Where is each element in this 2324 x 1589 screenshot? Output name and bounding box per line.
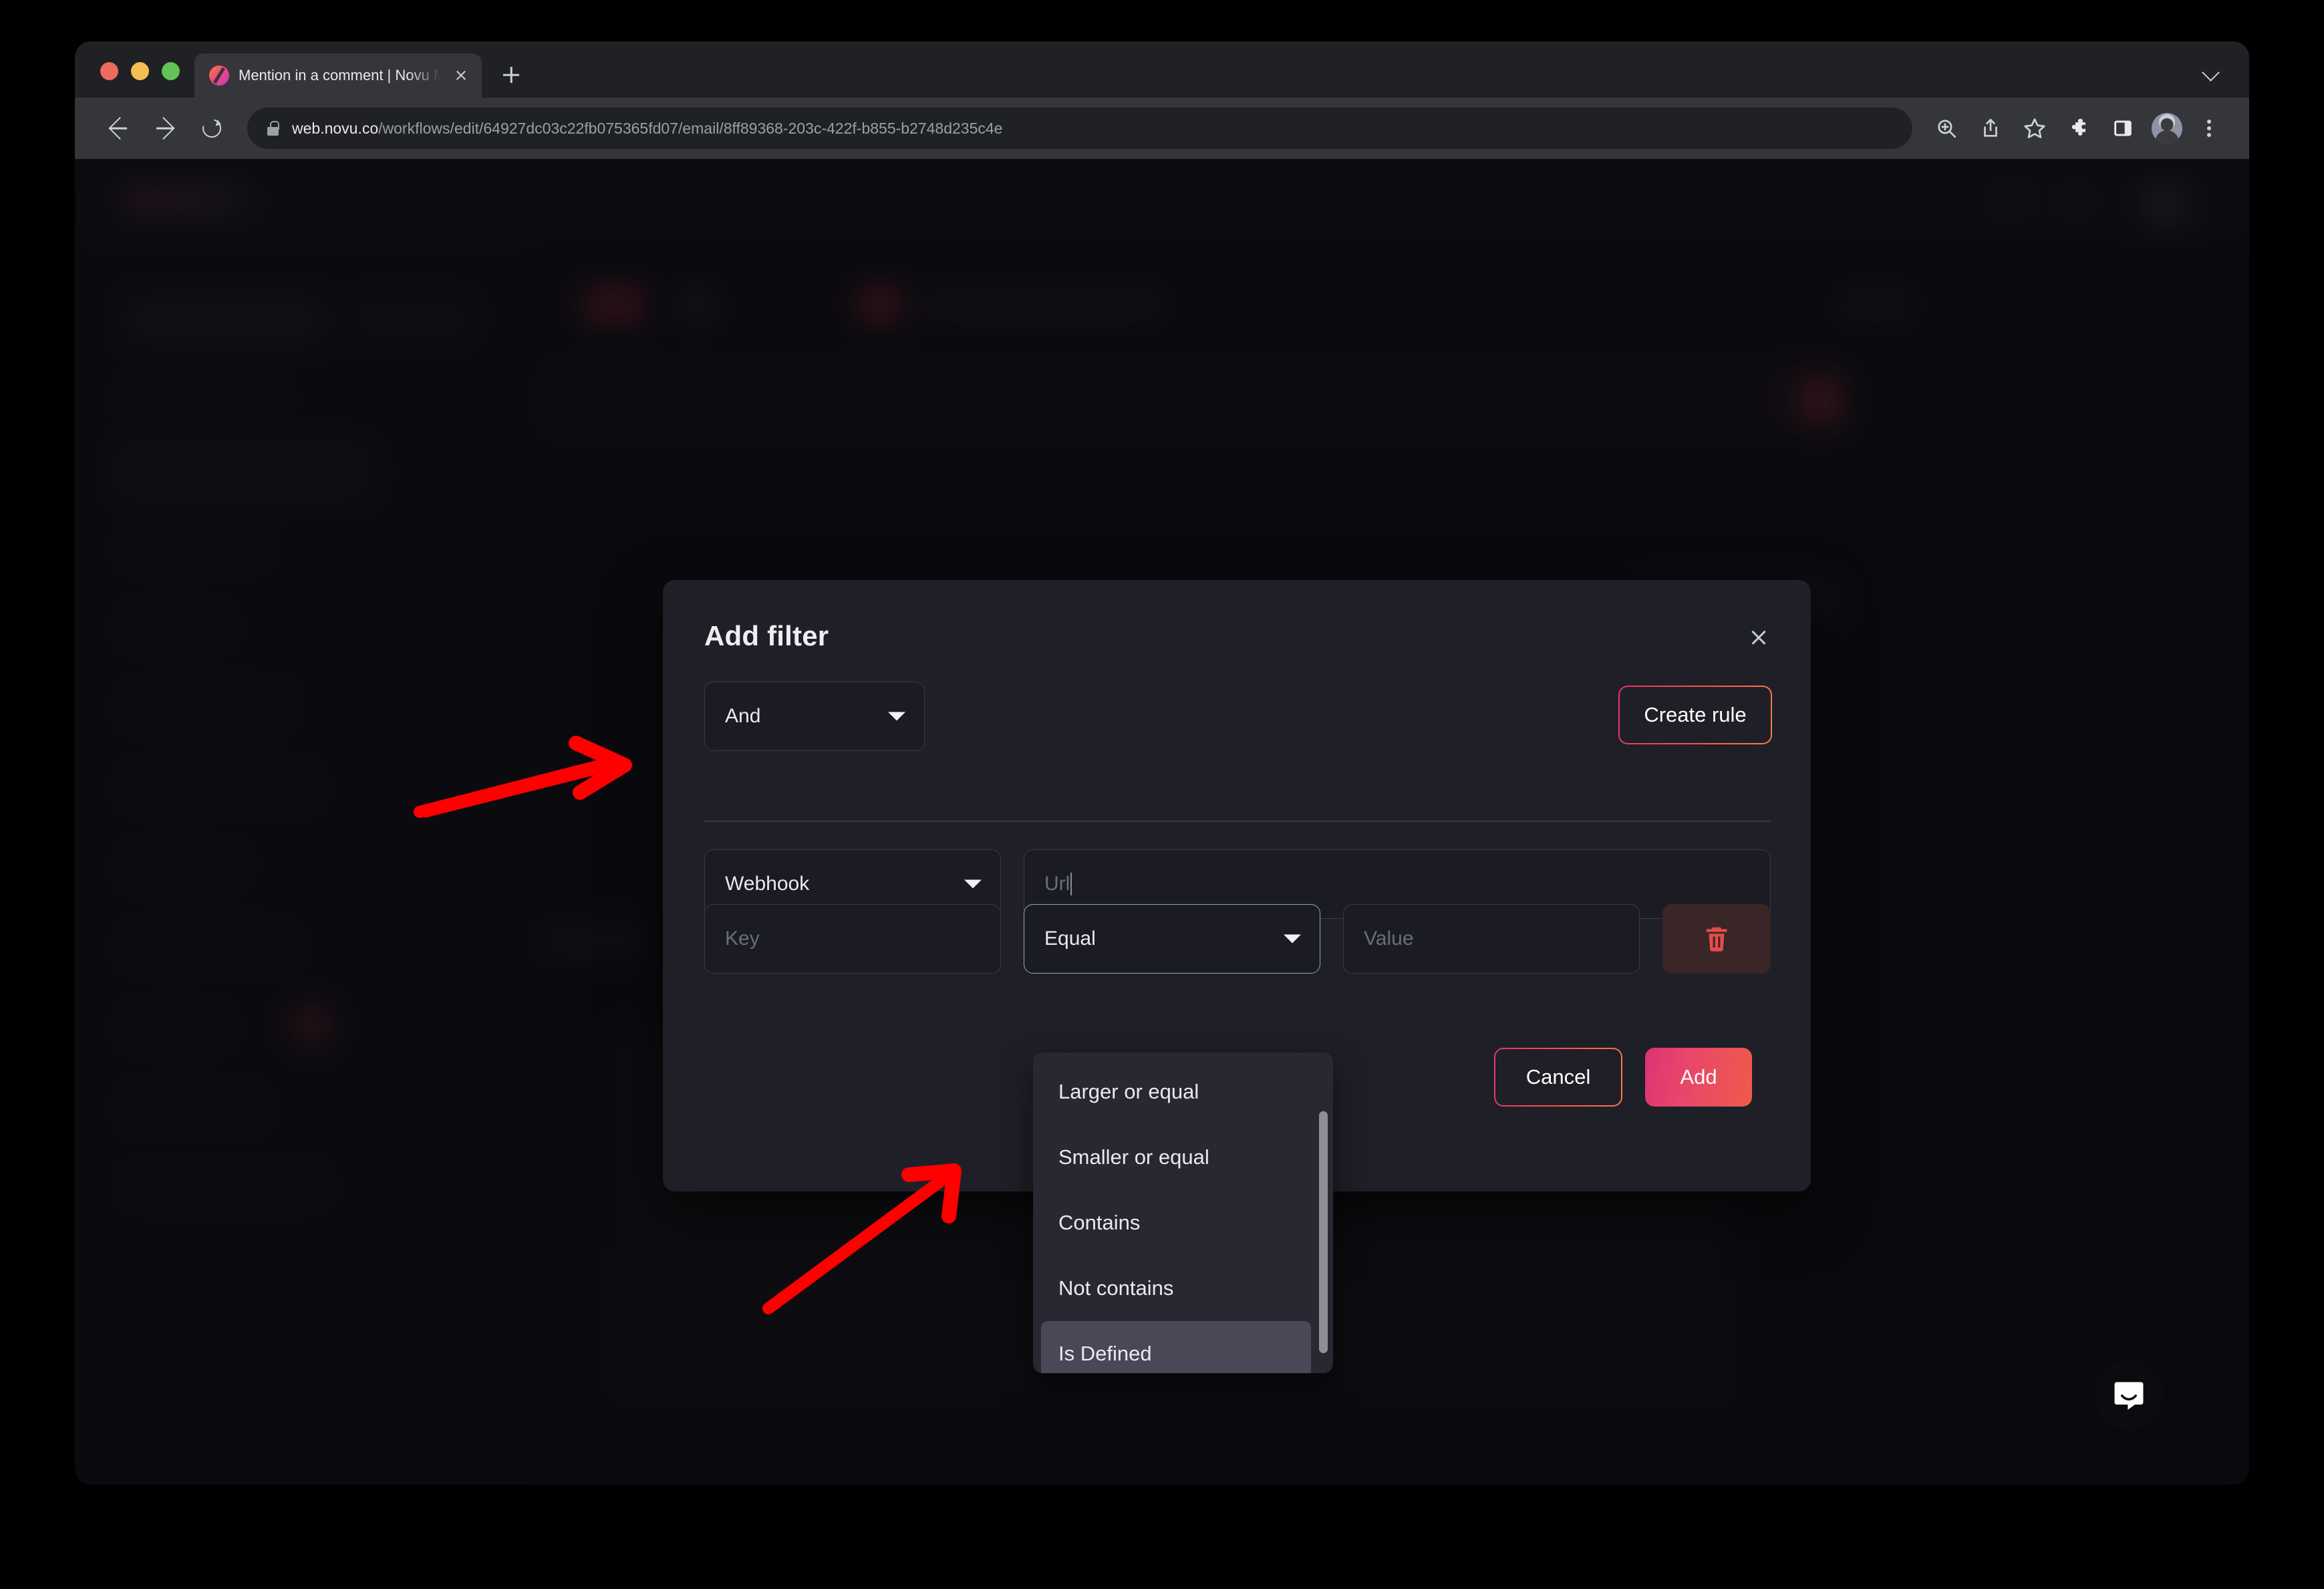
back-arrow-icon[interactable]: [98, 108, 139, 149]
create-rule-label: Create rule: [1644, 703, 1747, 726]
extensions-puzzle-icon[interactable]: [2059, 109, 2098, 148]
dropdown-option-label: Not contains: [1058, 1276, 1174, 1300]
novu-logo-icon: [209, 65, 229, 86]
close-window-button[interactable]: [100, 62, 118, 80]
dropdown-option-label: Smaller or equal: [1058, 1145, 1209, 1169]
cancel-button[interactable]: Cancel: [1494, 1048, 1622, 1107]
window-traffic-lights: [75, 62, 194, 98]
delete-rule-button[interactable]: [1662, 904, 1771, 974]
dropdown-option-larger-or-equal[interactable]: Larger or equal: [1041, 1059, 1311, 1125]
dropdown-option-not-contains[interactable]: Not contains: [1041, 1256, 1311, 1321]
browser-window: Mention in a comment | Novu M web.novu.c…: [75, 41, 2249, 1485]
operator-value: Equal: [1044, 927, 1096, 950]
maximize-window-button[interactable]: [162, 62, 180, 80]
lock-icon: [267, 121, 279, 136]
add-button[interactable]: Add: [1645, 1048, 1752, 1107]
forward-arrow-icon[interactable]: [144, 108, 186, 149]
minimize-window-button[interactable]: [131, 62, 149, 80]
logic-operator-value: And: [725, 705, 761, 727]
address-bar[interactable]: web.novu.co/workflows/edit/64927dc03c22f…: [247, 108, 1912, 149]
operator-select[interactable]: Equal: [1024, 904, 1320, 974]
rule-source-value: Webhook: [725, 873, 810, 895]
key-placeholder: Key: [725, 927, 760, 950]
dropdown-option-is-defined[interactable]: Is Defined: [1041, 1321, 1311, 1373]
tab-strip: Mention in a comment | Novu M: [75, 41, 2249, 98]
dropdown-option-smaller-or-equal[interactable]: Smaller or equal: [1041, 1125, 1311, 1190]
close-tab-icon[interactable]: [450, 64, 472, 87]
divider: [704, 821, 1771, 822]
zoom-in-icon[interactable]: [1927, 109, 1966, 148]
browser-menu-icon[interactable]: [2192, 109, 2226, 148]
bookmark-star-icon[interactable]: [2015, 109, 2054, 148]
address-domain: web.novu.co: [292, 119, 379, 137]
logic-operator-select[interactable]: And: [704, 682, 925, 751]
url-placeholder: Url: [1044, 873, 1070, 895]
vertical-scrollbar[interactable]: [1319, 1111, 1328, 1353]
tab-title: Mention in a comment | Novu M: [239, 67, 440, 84]
browser-tab[interactable]: Mention in a comment | Novu M: [194, 53, 482, 98]
create-rule-button[interactable]: Create rule: [1618, 686, 1772, 744]
chevron-down-icon: [1284, 934, 1301, 944]
address-path: /workflows/edit/64927dc03c22fb075365fd07…: [378, 119, 1003, 137]
trash-icon: [1706, 927, 1727, 952]
chevron-down-icon[interactable]: [2202, 61, 2222, 82]
dropdown-option-label: Larger or equal: [1058, 1080, 1199, 1103]
dropdown-option-contains[interactable]: Contains: [1041, 1190, 1311, 1256]
page-title: Add filter: [704, 620, 829, 652]
key-input[interactable]: Key: [704, 904, 1001, 974]
chevron-down-icon: [964, 879, 982, 889]
operator-dropdown-menu[interactable]: Larger or equal Smaller or equal Contain…: [1033, 1052, 1333, 1373]
intercom-chat-icon: [2114, 1382, 2144, 1410]
value-placeholder: Value: [1364, 927, 1414, 950]
text-caret: [1070, 873, 1072, 895]
reload-icon[interactable]: [191, 108, 233, 149]
value-input[interactable]: Value: [1343, 904, 1640, 974]
new-tab-icon[interactable]: [494, 57, 529, 92]
address-bar-url: web.novu.co/workflows/edit/64927dc03c22f…: [292, 120, 1002, 138]
chevron-down-icon: [888, 712, 905, 721]
support-chat-button[interactable]: [2094, 1360, 2164, 1430]
share-icon[interactable]: [1971, 109, 2010, 148]
page-viewport: Add filter And Create rule Webhook Url K…: [75, 159, 2249, 1485]
browser-toolbar: web.novu.co/workflows/edit/64927dc03c22f…: [75, 98, 2249, 159]
dropdown-option-label: Contains: [1058, 1211, 1141, 1234]
dropdown-option-label: Is Defined: [1058, 1342, 1152, 1365]
side-panel-icon[interactable]: [2103, 109, 2142, 148]
add-label: Add: [1680, 1065, 1717, 1089]
profile-avatar[interactable]: [2152, 113, 2182, 144]
close-icon[interactable]: [1740, 619, 1777, 656]
cancel-label: Cancel: [1526, 1065, 1591, 1089]
